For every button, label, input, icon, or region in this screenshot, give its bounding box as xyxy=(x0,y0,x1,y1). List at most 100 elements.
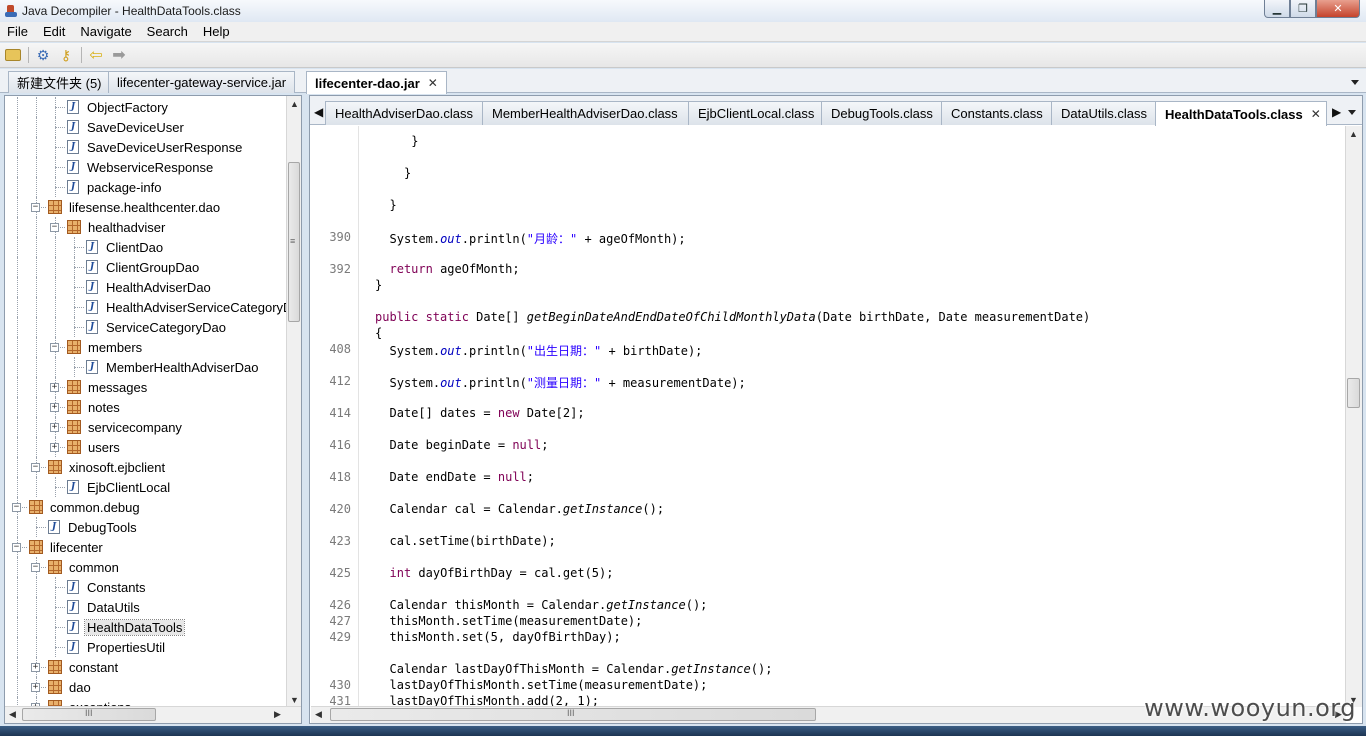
open-type-button[interactable]: ⚙ xyxy=(34,46,52,64)
tab-archive-gateway-service[interactable]: lifecenter-gateway-service.jar xyxy=(108,71,296,93)
tree-package-node[interactable]: common xyxy=(48,557,121,577)
collapse-icon[interactable]: − xyxy=(31,463,40,472)
scroll-right-icon[interactable]: ▶ xyxy=(270,707,285,722)
tree-horizontal-scrollbar[interactable]: ◀ III ▶ xyxy=(5,706,301,723)
close-tab-icon[interactable]: ✕ xyxy=(1311,107,1321,121)
tree-class-node[interactable]: J SaveDeviceUser xyxy=(67,117,186,137)
expand-icon[interactable]: + xyxy=(31,663,40,672)
scroll-left-icon[interactable]: ◀ xyxy=(5,707,20,722)
tab-class-constants[interactable]: Constants.class xyxy=(941,101,1052,125)
tree-class-node[interactable]: J PropertiesUtil xyxy=(67,637,167,657)
tree-package-node[interactable]: healthadviser xyxy=(67,217,167,237)
maximize-button[interactable]: ❐ xyxy=(1290,0,1316,18)
expand-icon[interactable]: + xyxy=(50,423,59,432)
tree-class-node[interactable]: J SaveDeviceUserResponse xyxy=(67,137,244,157)
tree-package-node[interactable]: lifesense.healthcenter.dao xyxy=(48,197,222,217)
tab-class-debugtools[interactable]: DebugTools.class xyxy=(821,101,942,125)
tree-guide xyxy=(36,577,37,597)
tree-class-node[interactable]: J HealthAdviserDao xyxy=(86,277,213,297)
collapse-icon[interactable]: − xyxy=(12,543,21,552)
tab-class-memberhealthadviserdao[interactable]: MemberHealthAdviserDao.class xyxy=(482,101,689,125)
tab-class-ejbclientlocal[interactable]: EjbClientLocal.class xyxy=(688,101,822,125)
tree-guide xyxy=(17,437,18,457)
collapse-icon[interactable]: − xyxy=(31,203,40,212)
tree-class-node[interactable]: J ObjectFactory xyxy=(67,97,170,117)
tree-node-label: constant xyxy=(69,659,119,675)
code-line: } xyxy=(404,166,411,180)
tree-package-node[interactable]: dao xyxy=(48,677,93,697)
tab-archive-folder[interactable]: 新建文件夹 (5) xyxy=(8,71,111,93)
code-vertical-scrollbar[interactable]: ▲ ▼ xyxy=(1345,126,1362,707)
tab-class-datautils[interactable]: DataUtils.class xyxy=(1051,101,1156,125)
tree-vertical-scrollbar[interactable]: ▲ ≡ ▼ xyxy=(286,96,301,707)
collapse-icon[interactable]: − xyxy=(31,563,40,572)
tree-class-node[interactable]: J ClientDao xyxy=(86,237,165,257)
tree-class-node[interactable]: J ServiceCategoryDao xyxy=(86,317,228,337)
tree-package-node[interactable]: constant xyxy=(48,657,120,677)
close-tab-icon[interactable]: ✕ xyxy=(428,76,438,90)
tree-guide xyxy=(36,397,37,417)
collapse-icon[interactable]: − xyxy=(12,503,21,512)
tree-guide xyxy=(36,257,37,277)
open-type-hierarchy-button[interactable]: ⚷ xyxy=(57,46,75,64)
tree-package-node[interactable]: members xyxy=(67,337,144,357)
tree-class-node[interactable]: J DebugTools xyxy=(48,517,139,537)
tree-class-node[interactable]: J DataUtils xyxy=(67,597,142,617)
tree-class-node[interactable]: J HealthAdviserServiceCategoryDao xyxy=(86,297,301,317)
expand-icon[interactable]: + xyxy=(50,383,59,392)
tree-class-node[interactable]: J EjbClientLocal xyxy=(67,477,172,497)
menu-help[interactable]: Help xyxy=(196,24,238,39)
tree-class-node[interactable]: Jpackage-info xyxy=(67,177,163,197)
tree-package-node[interactable]: xinosoft.ejbclient xyxy=(48,457,167,477)
tree-class-node[interactable]: J WebserviceResponse xyxy=(67,157,215,177)
code-editor[interactable]: }}} System.out.println("月龄：" + ageOfMonth… xyxy=(362,126,1344,707)
tree-package-node[interactable]: messages xyxy=(67,377,149,397)
tab-scroll-right-icon[interactable]: ▶ xyxy=(1332,105,1341,119)
scroll-left-icon[interactable]: ◀ xyxy=(311,707,326,722)
tree-node-label: common xyxy=(69,559,119,575)
package-icon xyxy=(29,500,43,514)
tree-class-node[interactable]: J ClientGroupDao xyxy=(86,257,201,277)
tab-scroll-left-icon[interactable]: ◀ xyxy=(314,105,323,119)
menu-navigate[interactable]: Navigate xyxy=(73,24,139,39)
scroll-up-icon[interactable]: ▲ xyxy=(1346,126,1361,141)
tree-class-node[interactable]: J Constants xyxy=(67,577,148,597)
menu-edit[interactable]: Edit xyxy=(36,24,73,39)
collapse-icon[interactable]: − xyxy=(50,343,59,352)
expand-icon[interactable]: + xyxy=(31,683,40,692)
tree-guide xyxy=(36,337,37,357)
expand-icon[interactable]: + xyxy=(50,443,59,452)
tree-class-node[interactable]: J HealthDataTools xyxy=(67,617,186,637)
tab-class-healthdatatools[interactable]: HealthDataTools.class ✕ xyxy=(1155,101,1327,126)
java-class-icon: J xyxy=(86,320,98,334)
code-vscroll-thumb[interactable] xyxy=(1347,378,1360,408)
open-file-button[interactable] xyxy=(4,46,22,64)
tree-package-node[interactable]: users xyxy=(67,437,122,457)
tab-class-healthadviserdao[interactable]: HealthAdviserDao.class xyxy=(325,101,483,125)
tab-list-dropdown-icon[interactable] xyxy=(1348,110,1356,115)
tree-package-node[interactable]: lifecenter xyxy=(29,537,105,557)
tree-package-node[interactable]: notes xyxy=(67,397,122,417)
tree-guide xyxy=(17,637,18,657)
collapse-icon[interactable]: − xyxy=(50,223,59,232)
code-token: + ageOfMonth); xyxy=(577,232,686,246)
tree-package-node[interactable]: common.debug xyxy=(29,497,142,517)
scroll-down-icon[interactable]: ▼ xyxy=(287,692,301,707)
close-window-button[interactable]: ✕ xyxy=(1316,0,1360,18)
back-button[interactable]: ⇦ xyxy=(87,46,105,64)
menu-file[interactable]: File xyxy=(0,24,36,39)
tab-list-dropdown-icon[interactable] xyxy=(1351,80,1359,85)
forward-button[interactable]: ➡ xyxy=(110,46,128,64)
tab-archive-lifecenter-dao[interactable]: lifecenter-dao.jar ✕ xyxy=(306,71,447,94)
scroll-up-icon[interactable]: ▲ xyxy=(287,96,301,111)
tree-node-label: DataUtils xyxy=(87,599,140,615)
expand-icon[interactable]: + xyxy=(50,403,59,412)
tree-class-node[interactable]: J MemberHealthAdviserDao xyxy=(86,357,260,377)
menu-search[interactable]: Search xyxy=(140,24,196,39)
tree-guide xyxy=(17,217,18,237)
tree-package-node[interactable]: servicecompany xyxy=(67,417,184,437)
tree-guide xyxy=(17,357,18,377)
minimize-button[interactable]: ▁ xyxy=(1264,0,1290,18)
tab-label: HealthDataTools.class xyxy=(1165,106,1303,122)
line-number-gutter: 390 392 408 412 414 416 418 420 423 425 426 427 429 4… xyxy=(311,126,359,708)
